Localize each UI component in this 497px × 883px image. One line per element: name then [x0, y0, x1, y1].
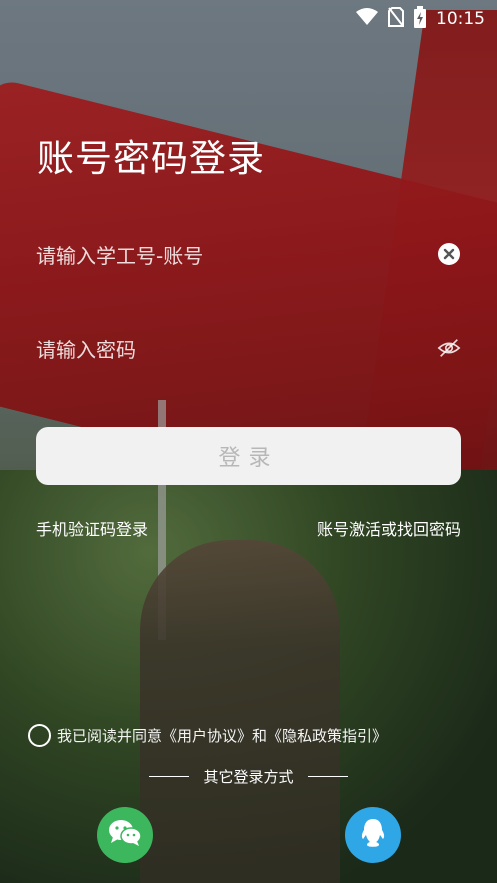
divider-line	[307, 776, 348, 777]
password-input[interactable]: 请输入密码	[36, 334, 437, 363]
agreement-and: 和	[252, 727, 268, 745]
password-field[interactable]: 请输入密码	[36, 328, 461, 368]
page-title: 账号密码登录	[37, 137, 265, 180]
account-field[interactable]: 请输入学工号-账号	[36, 234, 461, 274]
agreement-row: 我已阅读并同意《用户协议》和《隐私政策指引》	[28, 724, 387, 747]
status-time: 10:15	[436, 9, 485, 29]
status-bar: 10:15	[0, 0, 497, 34]
wifi-icon	[356, 8, 378, 30]
qq-icon	[359, 817, 387, 853]
privacy-policy-link[interactable]: 《隐私政策指引》	[267, 727, 387, 745]
wechat-login-button[interactable]	[97, 807, 153, 863]
account-input[interactable]: 请输入学工号-账号	[36, 240, 437, 269]
login-button[interactable]: 登录	[36, 427, 461, 485]
divider-line	[149, 776, 190, 777]
other-login-divider: 其它登录方式	[0, 766, 497, 787]
no-sim-icon	[388, 7, 404, 31]
wechat-icon	[108, 818, 142, 852]
activate-recover-link[interactable]: 账号激活或找回密码	[317, 516, 461, 540]
battery-charging-icon	[414, 6, 426, 32]
agreement-checkbox[interactable]	[28, 724, 51, 747]
qq-login-button[interactable]	[345, 807, 401, 863]
agreement-prefix: 我已阅读并同意	[57, 727, 163, 745]
other-login-label: 其它登录方式	[203, 768, 294, 786]
user-agreement-link[interactable]: 《用户协议》	[162, 727, 252, 745]
eye-hidden-icon[interactable]	[437, 336, 461, 360]
clear-icon[interactable]	[437, 242, 461, 266]
sms-login-link[interactable]: 手机验证码登录	[36, 516, 148, 540]
